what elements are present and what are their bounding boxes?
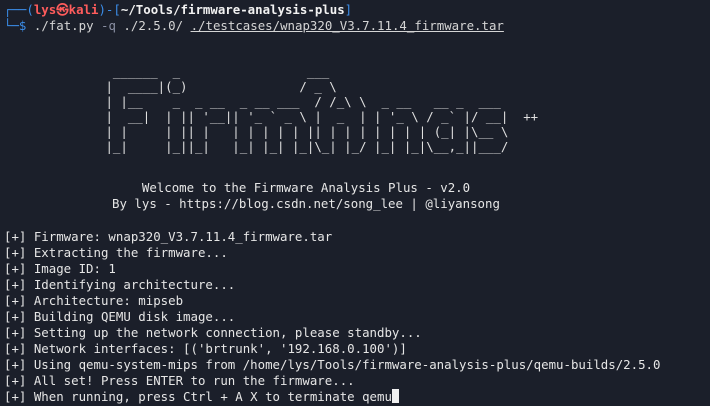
log-line: [+] Setting up the network connection, p… [4,325,422,340]
ascii-banner-logo: ______ _ ___ | ____|(_) / _ \ | |__ _ _ … [105,64,539,154]
log-line: [+] Network interfaces: [('brtrunk', '19… [4,341,407,356]
output-log: [+] Firmware: wnap320_V3.7.11.4_firmware… [4,229,660,405]
log-line: [+] Architecture: mipseb [4,293,184,308]
prompt-header: ┌──(lys㉿kali)-[~/Tools/firmware-analysis… [4,2,352,18]
log-line: [+] Extracting the firmware... [4,245,228,260]
command-arg-firmware-path: ./testcases/wnap320_V3.7.11.4_firmware.t… [190,18,504,33]
log-line-last-text: [+] When running, press Ctrl + A X to te… [4,389,392,404]
terminal-window[interactable]: ┌──(lys㉿kali)-[~/Tools/firmware-analysis… [0,0,710,406]
log-line: [+] Firmware: wnap320_V3.7.11.4_firmware… [4,229,333,244]
command-name: ./fat.py [33,18,94,33]
prompt-dollar: $ [18,18,27,33]
log-line: [+] Image ID: 1 [4,261,116,276]
command-flag: -q [101,18,116,33]
log-line-last: [+] When running, press Ctrl + A X to te… [4,389,660,405]
prompt-skull-icon: ㉿ [56,2,69,17]
prompt-close: ] [344,2,353,17]
prompt-corner-top: ┌──( [4,2,34,17]
log-line: [+] Building QEMU disk image... [4,309,236,324]
prompt-user: lys [33,2,57,17]
prompt-corner-bottom: └─ [4,18,19,33]
prompt-cwd: ~/Tools/firmware-analysis-plus [120,2,345,17]
welcome-byline: By lys - https://blog.csdn.net/song_lee … [112,196,500,211]
prompt-host: kali [68,2,99,17]
log-line: [+] All set! Press ENTER to run the firm… [4,373,355,388]
log-line: [+] Identifying architecture... [4,277,236,292]
welcome-title: Welcome to the Firmware Analysis Plus - … [141,180,471,195]
prompt-separator: )-[ [98,2,121,17]
prompt-command-line[interactable]: └─$ ./fat.py -q ./2.5.0/ ./testcases/wna… [4,18,504,34]
log-line: [+] Using qemu-system-mips from /home/ly… [4,357,661,372]
text-cursor [391,389,399,403]
command-arg-qemu-version: ./2.5.0/ [123,18,184,33]
